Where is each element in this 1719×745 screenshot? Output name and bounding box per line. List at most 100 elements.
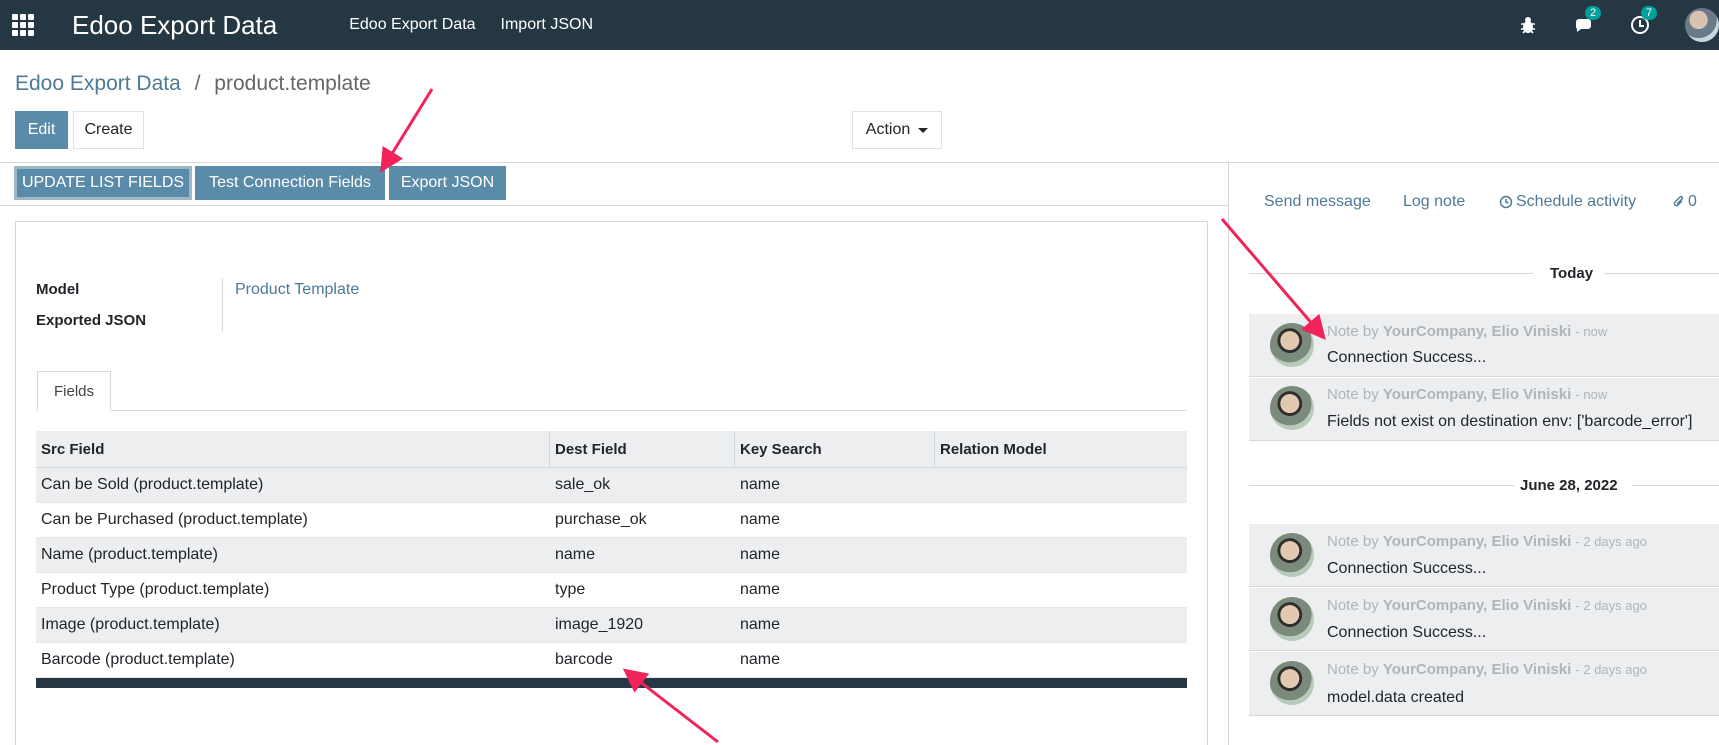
breadcrumb-current: product.template	[214, 72, 371, 95]
schedule-activity-label: Schedule activity	[1516, 193, 1637, 210]
message-time: - 2 days ago	[1575, 598, 1647, 613]
message-author[interactable]: YourCompany, Elio Viniski	[1383, 323, 1571, 340]
cell-key-search: name	[740, 616, 781, 633]
model-value-link[interactable]: Product Template	[235, 281, 359, 299]
chatter-message: Note by YourCompany, Elio Viniski - 2 da…	[1249, 652, 1719, 716]
table-row[interactable]: Image (product.template) image_1920 name	[36, 608, 1187, 643]
column-header-relation-model[interactable]: Relation Model	[935, 431, 1187, 467]
tab-fields[interactable]: Fields	[37, 371, 111, 411]
cell-relation-model	[935, 573, 1187, 607]
create-button[interactable]: Create	[73, 111, 144, 149]
column-header-src-field[interactable]: Src Field	[36, 431, 550, 467]
send-message-button[interactable]: Send message	[1264, 193, 1371, 211]
column-header-dest-field[interactable]: Dest Field	[550, 431, 735, 467]
table-row[interactable]: Product Type (product.template) type nam…	[36, 573, 1187, 608]
caret-down-icon	[918, 127, 929, 133]
model-label: Model	[36, 281, 80, 298]
breadcrumb-separator: /	[194, 72, 201, 95]
message-author[interactable]: YourCompany, Elio Viniski	[1383, 533, 1571, 550]
breadcrumb-parent[interactable]: Edoo Export Data	[15, 72, 181, 95]
debug-bug-icon[interactable]	[1517, 14, 1539, 36]
author-avatar[interactable]	[1270, 323, 1314, 367]
top-navbar: Edoo Export Data Edoo Export Data Import…	[0, 0, 1719, 50]
table-row[interactable]: Barcode (product.template) barcode name	[36, 643, 1187, 678]
table-row[interactable]: Name (product.template) name name	[36, 538, 1187, 573]
cell-dest-field: barcode	[555, 651, 613, 668]
action-label: Action	[865, 121, 911, 138]
message-time: - 2 days ago	[1575, 662, 1647, 677]
attachments-count: 0	[1688, 193, 1697, 210]
edit-button[interactable]: Edit	[15, 111, 68, 149]
user-avatar[interactable]	[1685, 8, 1719, 42]
schedule-activity-button[interactable]: Schedule activity	[1499, 193, 1636, 211]
cell-key-search: name	[740, 651, 781, 668]
cell-relation-model	[935, 468, 1187, 502]
message-body: Fields not exist on destination env: ['b…	[1327, 413, 1693, 430]
cell-src-field: Image (product.template)	[41, 616, 220, 633]
cell-src-field: Can be Purchased (product.template)	[41, 511, 308, 528]
table-row[interactable]: Can be Purchased (product.template) purc…	[36, 503, 1187, 538]
apps-menu-icon[interactable]	[11, 13, 35, 37]
message-time: - now	[1575, 324, 1608, 339]
cell-dest-field: purchase_ok	[555, 511, 647, 528]
activities-count-badge: 7	[1641, 6, 1658, 20]
cell-src-field: Name (product.template)	[41, 546, 218, 563]
messages-count-badge: 2	[1585, 6, 1602, 20]
cell-relation-model	[935, 538, 1187, 572]
test-connection-fields-button[interactable]: Test Connection Fields	[195, 166, 385, 200]
cell-relation-model	[935, 608, 1187, 642]
menu-item-import-json[interactable]: Import JSON	[501, 16, 593, 34]
table-row[interactable]: Can be Sold (product.template) sale_ok n…	[36, 468, 1187, 503]
update-list-fields-button[interactable]: UPDATE LIST FIELDS	[14, 166, 192, 200]
author-avatar[interactable]	[1270, 661, 1314, 705]
app-brand[interactable]: Edoo Export Data	[72, 10, 277, 41]
cell-src-field: Can be Sold (product.template)	[41, 476, 264, 493]
date-line-right	[1632, 485, 1719, 486]
paperclip-icon	[1673, 195, 1684, 207]
chatter-message: Note by YourCompany, Elio Viniski - now …	[1249, 378, 1719, 441]
author-avatar[interactable]	[1270, 386, 1314, 430]
chatter-message: Note by YourCompany, Elio Viniski - 2 da…	[1249, 588, 1719, 651]
cell-key-search: name	[740, 546, 781, 563]
log-note-button[interactable]: Log note	[1403, 193, 1465, 211]
message-body: Connection Success...	[1327, 560, 1487, 577]
chatter-message: Note by YourCompany, Elio Viniski - now …	[1249, 314, 1719, 377]
today-line-right	[1604, 273, 1719, 274]
statusbar-divider	[0, 205, 1228, 206]
chatter-divider	[1228, 162, 1229, 745]
date-line-left	[1249, 485, 1514, 486]
cell-src-field: Product Type (product.template)	[41, 581, 270, 598]
message-author[interactable]: YourCompany, Elio Viniski	[1383, 597, 1571, 614]
message-author[interactable]: YourCompany, Elio Viniski	[1383, 661, 1571, 678]
today-label: Today	[1550, 265, 1594, 282]
tab-underline	[36, 410, 1187, 411]
fields-table: Src Field Dest Field Key Search Relation…	[36, 431, 1187, 688]
menu-item-edoo-export-data[interactable]: Edoo Export Data	[349, 16, 475, 34]
action-dropdown[interactable]: Action	[852, 111, 942, 149]
message-meta: Note by YourCompany, Elio Viniski - now	[1327, 323, 1608, 340]
activities-clock-icon[interactable]: 7	[1629, 6, 1658, 36]
cell-dest-field: type	[555, 581, 586, 598]
messages-icon[interactable]: 2	[1573, 6, 1602, 36]
author-avatar[interactable]	[1270, 533, 1314, 577]
label-separator	[222, 278, 223, 332]
message-time: - 2 days ago	[1575, 534, 1647, 549]
message-body: Connection Success...	[1327, 624, 1487, 641]
cell-key-search: name	[740, 476, 781, 493]
export-json-button[interactable]: Export JSON	[389, 166, 506, 200]
message-author[interactable]: YourCompany, Elio Viniski	[1383, 386, 1571, 403]
cell-src-field: Barcode (product.template)	[41, 651, 235, 668]
cell-key-search: name	[740, 581, 781, 598]
message-body: Connection Success...	[1327, 349, 1487, 366]
message-body: model.data created	[1327, 689, 1464, 706]
navbar-systray: 2 7	[1517, 0, 1719, 50]
table-footer	[36, 678, 1187, 688]
breadcrumb: Edoo Export Data / product.template	[15, 72, 371, 96]
chatter-message: Note by YourCompany, Elio Viniski - 2 da…	[1249, 524, 1719, 587]
exported-json-label: Exported JSON	[36, 312, 147, 329]
column-header-key-search[interactable]: Key Search	[735, 431, 935, 467]
message-meta: Note by YourCompany, Elio Viniski - 2 da…	[1327, 597, 1647, 614]
author-avatar[interactable]	[1270, 597, 1314, 641]
top-menu: Edoo Export Data Import JSON	[349, 16, 618, 34]
attachments-button[interactable]: 0	[1672, 193, 1697, 211]
